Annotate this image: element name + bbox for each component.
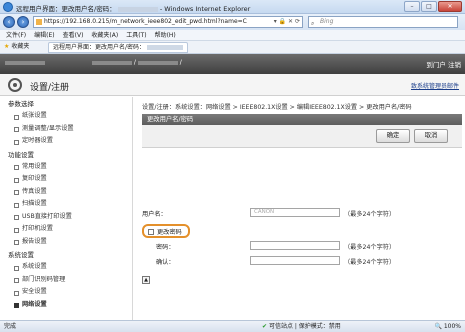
window-title: 远程用户界面：更改用户名/密码： - Windows Internet Expl…: [16, 3, 250, 13]
page-icon: [36, 19, 42, 25]
main-panel: 设置/注册：系统设置：网络设置 > IEEE802.1X设置 > 编辑IEEE8…: [134, 97, 465, 320]
window-title-text: 远程用户界面：更改用户名/密码：: [16, 5, 116, 13]
url-field[interactable]: https://192.168.0.215/m_network_ieee802_…: [33, 16, 303, 28]
security-zone-text: 可信站点 | 保护模式：禁用: [268, 323, 341, 330]
password-label: 密码：: [156, 244, 175, 251]
favorites-button[interactable]: ★ 收藏夹: [4, 41, 29, 53]
menu-help[interactable]: 帮助(H): [155, 30, 176, 40]
zoom-control[interactable]: 🔍 100%: [434, 321, 461, 332]
check-icon: ✔: [262, 323, 268, 330]
page-top-icon[interactable]: ▲: [142, 276, 150, 284]
menu-favorites[interactable]: 收藏夹(A): [91, 30, 118, 40]
confirm-hint: （最多24个字符）: [344, 259, 396, 266]
search-icon: ⌕: [311, 20, 315, 27]
cancel-button[interactable]: 取消: [414, 129, 448, 143]
breadcrumb: 设置/注册：系统设置：网络设置 > IEEE802.1X设置 > 编辑IEEE8…: [142, 104, 412, 111]
page-content: / / 到门户 注销 设置/注册 致系统管理员邮件 参数选择 纸张设置 测量调整…: [0, 54, 465, 320]
zoom-value: 100%: [443, 323, 461, 330]
redacted-text: [117, 6, 158, 12]
back-button[interactable]: ‹: [3, 16, 15, 28]
gear-icon: [8, 78, 22, 92]
sidebar-item-department-id[interactable]: 部门识别码管理: [0, 274, 132, 287]
tab-title: 远程用户界面：更改用户名/密码：: [53, 44, 146, 51]
change-password-label: 更改密码: [157, 229, 182, 236]
sidebar-item-scan[interactable]: 扫描设置: [0, 198, 132, 211]
password-hint: （最多24个字符）: [344, 244, 396, 251]
address-bar: ‹ › https://192.168.0.215/m_network_ieee…: [0, 14, 465, 30]
menu-file[interactable]: 文件(F): [6, 30, 26, 40]
ie-logo-icon: [3, 2, 13, 12]
sidebar-item-network[interactable]: 网络设置: [0, 299, 132, 312]
search-input[interactable]: ⌕ Bing: [308, 16, 458, 28]
redacted-text: [146, 45, 183, 50]
maximize-button[interactable]: □: [421, 1, 437, 12]
sidebar-section-preferences: 参数选择: [8, 100, 34, 108]
url-text: https://192.168.0.215/m_network_ieee802_…: [44, 18, 247, 25]
security-zone: ✔ 可信站点 | 保护模式：禁用: [262, 321, 341, 332]
menu-bar: 文件(F) 编辑(E) 查看(V) 收藏夹(A) 工具(T) 帮助(H): [0, 30, 465, 41]
window-controls: – □ ✕: [404, 1, 462, 12]
search-placeholder: Bing: [320, 18, 334, 25]
change-password-highlight: 更改密码: [142, 224, 190, 238]
sidebar-item-report[interactable]: 报告设置: [0, 236, 132, 249]
username-field[interactable]: CANON: [250, 208, 340, 217]
window-title-suffix: - Windows Internet Explorer: [159, 5, 251, 13]
status-done: 完成: [4, 323, 17, 330]
password-field[interactable]: [250, 241, 340, 250]
sidebar-item-printer[interactable]: 打印机设置: [0, 223, 132, 236]
sidebar-item-fax[interactable]: 传真设置: [0, 186, 132, 199]
sidebar-item-copy[interactable]: 复印设置: [0, 173, 132, 186]
top-band: / / 到门户 注销: [0, 54, 465, 74]
sidebar-item-system[interactable]: 系统设置: [0, 261, 132, 274]
portal-logout-link[interactable]: 到门户 注销: [426, 59, 461, 69]
menu-edit[interactable]: 编辑(E): [34, 30, 54, 40]
sidebar: 参数选择 纸张设置 测量调整/显示设置 定时器设置 功能设置 常用设置 复印设置…: [0, 97, 133, 320]
forward-button[interactable]: ›: [17, 16, 29, 28]
menu-tools[interactable]: 工具(T): [126, 30, 146, 40]
minimize-button[interactable]: –: [404, 1, 420, 12]
status-bar: 完成 ✔ 可信站点 | 保护模式：禁用 🔍 100%: [0, 320, 465, 332]
sidebar-item-security[interactable]: 安全设置: [0, 286, 132, 299]
favorites-label: 收藏夹: [11, 43, 30, 50]
close-button[interactable]: ✕: [438, 1, 462, 12]
username-label: 用户名：: [142, 211, 167, 218]
sidebar-item-common[interactable]: 常用设置: [0, 161, 132, 174]
confirm-field[interactable]: [250, 256, 340, 265]
username-hint: （最多24个字符）: [344, 211, 396, 218]
browser-tab[interactable]: 远程用户界面：更改用户名/密码：: [48, 42, 188, 53]
panel-title: 更改用户名/密码: [142, 114, 462, 125]
sidebar-item-timer[interactable]: 定时器设置: [0, 135, 132, 148]
page-header: 设置/注册 致系统管理员邮件: [0, 74, 465, 96]
zoom-icon: 🔍: [434, 323, 442, 330]
window-titlebar: 远程用户界面：更改用户名/密码： - Windows Internet Expl…: [0, 0, 465, 14]
favorites-bar: ★ 收藏夹 远程用户界面：更改用户名/密码：: [0, 41, 465, 54]
redacted-segment: / /: [92, 59, 182, 66]
sidebar-item-usb-print[interactable]: USB直接打印设置: [0, 211, 132, 224]
redacted-segment: [5, 59, 45, 66]
sidebar-item-display[interactable]: 测量调整/显示设置: [0, 123, 132, 136]
sidebar-section-system: 系统设置: [8, 251, 34, 259]
menu-view[interactable]: 查看(V): [63, 30, 84, 40]
sysadmin-mail-link[interactable]: 致系统管理员邮件: [411, 81, 459, 90]
sidebar-section-functions: 功能设置: [8, 150, 34, 159]
change-password-checkbox[interactable]: [148, 228, 154, 235]
page-title: 设置/注册: [30, 83, 70, 93]
confirm-label: 确认：: [156, 259, 175, 266]
star-icon: ★: [4, 43, 10, 50]
sidebar-item-paper[interactable]: 纸张设置: [0, 110, 132, 123]
address-tools-icon[interactable]: ▾ 🔒 ✕ ⟳: [274, 17, 300, 27]
panel-button-area: 确定 取消: [142, 125, 462, 148]
ok-button[interactable]: 确定: [376, 129, 410, 143]
